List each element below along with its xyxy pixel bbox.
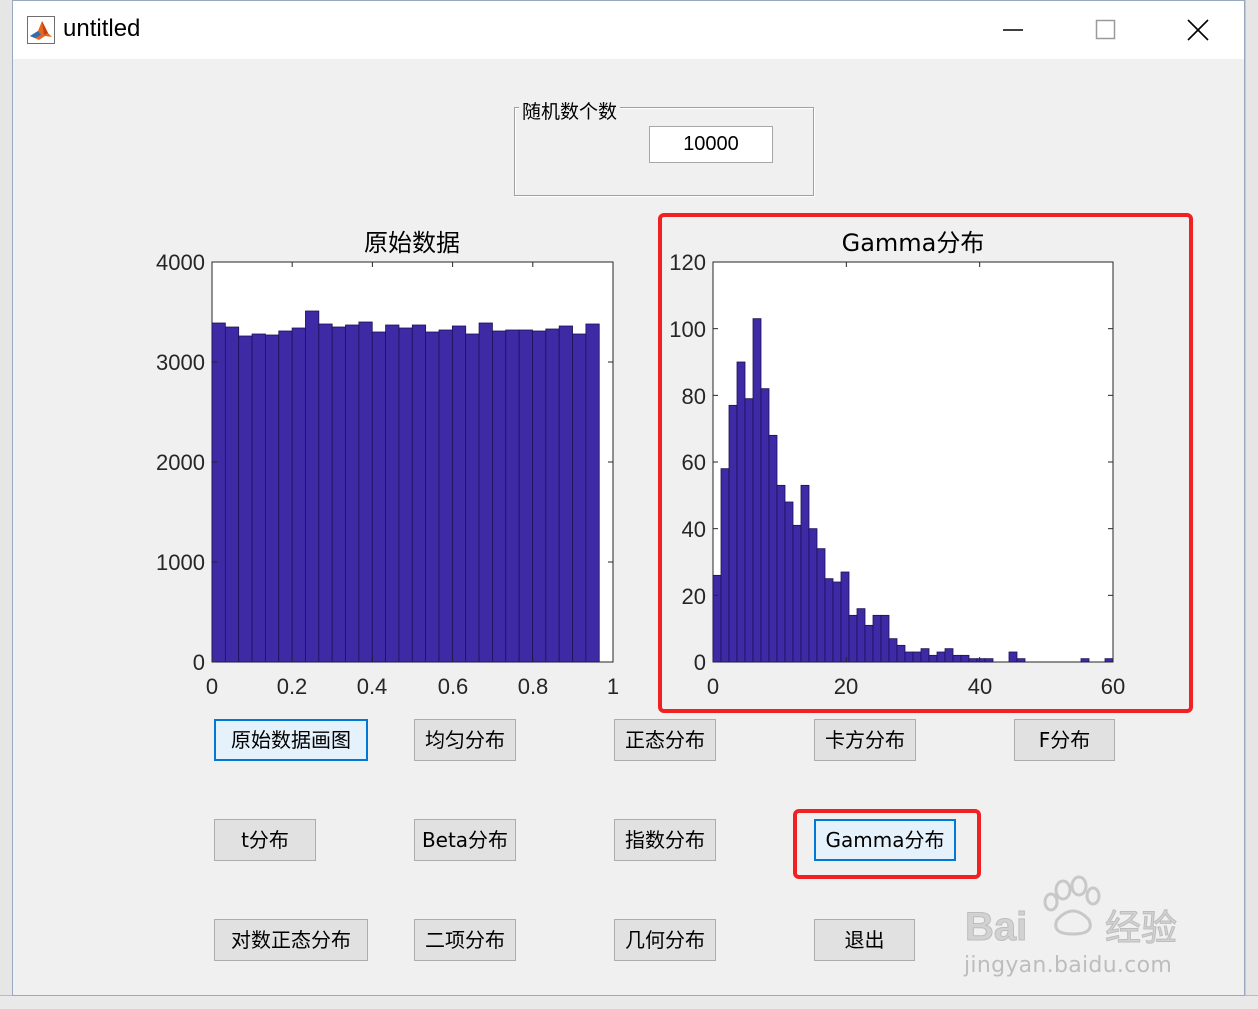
histogram-bar [518, 329, 533, 663]
svg-text:Bai: Bai [965, 905, 1027, 949]
close-button[interactable] [1175, 9, 1219, 51]
geometric-distribution-button[interactable]: 几何分布 [614, 919, 716, 961]
histogram-bar [345, 324, 360, 663]
histogram-bar [545, 328, 560, 663]
uniform-distribution-button[interactable]: 均匀分布 [414, 719, 516, 761]
histogram-bar [358, 321, 373, 663]
histogram-bar [465, 333, 480, 663]
beta-distribution-button[interactable]: Beta分布 [414, 819, 516, 861]
histogram-bar [492, 330, 507, 663]
chart-title: 原始数据 [364, 229, 460, 257]
normal-distribution-button[interactable]: 正态分布 [614, 719, 716, 761]
histogram-bar [398, 327, 413, 663]
histogram-bar [425, 331, 440, 663]
x-tick-label: 0 [206, 674, 218, 699]
histogram-bar [251, 333, 266, 663]
histogram-bar [371, 331, 386, 663]
window-title: untitled [63, 15, 141, 42]
exponential-distribution-button[interactable]: 指数分布 [614, 819, 716, 861]
gamma-distribution-button[interactable]: Gamma分布 [814, 819, 956, 861]
histogram-bar [238, 335, 253, 663]
lognormal-distribution-button[interactable]: 对数正态分布 [214, 919, 368, 961]
panel-title: 随机数个数 [519, 97, 621, 124]
raw-data-chart: 原始数据 0 0.2 0.4 0.6 0.8 1 0 1000 2000 300… [156, 229, 619, 699]
histogram-bar [224, 326, 240, 663]
chi-square-distribution-button[interactable]: 卡方分布 [814, 719, 916, 761]
binomial-distribution-button[interactable]: 二项分布 [414, 919, 516, 961]
histogram-bar [532, 330, 547, 663]
raw-data-plot-button[interactable]: 原始数据画图 [214, 719, 368, 761]
matlab-logo-icon [27, 16, 55, 44]
x-tick-label: 0.8 [518, 674, 549, 699]
histogram-bar [411, 324, 427, 663]
x-tick-label: 0.2 [277, 674, 308, 699]
gamma-chart-highlight [658, 213, 1193, 713]
x-tick-label: 0.4 [357, 674, 388, 699]
y-tick-label: 3000 [156, 350, 205, 375]
y-tick-label: 4000 [156, 250, 205, 275]
f-distribution-button[interactable]: F分布 [1014, 719, 1115, 761]
histogram-bar [291, 327, 306, 663]
histogram-bar [211, 322, 226, 663]
histogram-bar [305, 310, 320, 663]
y-tick-label: 0 [193, 650, 205, 675]
histogram-bar [331, 326, 346, 663]
background-window-right [1245, 0, 1258, 1008]
x-tick-label: 0.6 [438, 674, 469, 699]
t-distribution-button[interactable]: t分布 [214, 819, 316, 861]
histogram-bar [265, 334, 280, 663]
histogram-bar [505, 329, 520, 663]
x-tick-label: 1 [607, 674, 619, 699]
title-bar[interactable]: untitled [13, 1, 1244, 59]
histogram-bar [318, 323, 333, 663]
histogram-bar [558, 325, 573, 663]
minimize-button[interactable] [991, 9, 1035, 51]
histogram-bar [438, 329, 453, 663]
watermark-text: jingyan.baidu.com [964, 953, 1173, 978]
figure-window: untitled 随机数个数 原始数据 0 0.2 0.4 0.6 0.8 1 … [12, 0, 1245, 996]
svg-text:经验: 经验 [1105, 907, 1177, 948]
histogram-bar [478, 322, 493, 663]
histogram-bar [385, 324, 400, 663]
random-count-input[interactable] [649, 126, 773, 163]
y-tick-label: 1000 [156, 550, 205, 575]
background-window-bottom [0, 995, 1258, 1009]
histogram-bar [278, 330, 293, 663]
histogram-bar [585, 323, 600, 663]
histogram-bar [451, 325, 467, 663]
exit-button[interactable]: 退出 [814, 919, 915, 961]
maximize-button[interactable] [1083, 9, 1127, 51]
y-tick-label: 2000 [156, 450, 205, 475]
histogram-bar [572, 333, 587, 663]
